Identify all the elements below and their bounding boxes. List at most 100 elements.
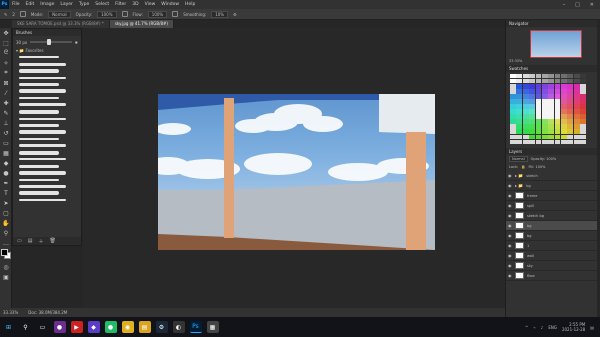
color-swatch[interactable] bbox=[567, 99, 574, 104]
color-swatch[interactable] bbox=[529, 89, 535, 94]
color-swatch[interactable] bbox=[516, 109, 523, 114]
color-swatch[interactable] bbox=[554, 134, 561, 139]
color-swatch[interactable] bbox=[554, 109, 561, 114]
color-swatch[interactable] bbox=[580, 134, 586, 139]
color-swatch[interactable] bbox=[573, 94, 580, 99]
color-swatch[interactable] bbox=[516, 124, 523, 129]
color-swatch[interactable] bbox=[580, 124, 586, 129]
brush-preset[interactable] bbox=[13, 136, 81, 143]
color-swatch[interactable] bbox=[535, 94, 542, 99]
color-swatch[interactable] bbox=[573, 84, 580, 89]
frame-tool-icon[interactable]: ⊠ bbox=[0, 78, 12, 88]
color-swatch[interactable] bbox=[580, 104, 586, 109]
shape-tool-icon[interactable]: ▢ bbox=[0, 208, 12, 218]
color-swatch[interactable] bbox=[510, 94, 516, 99]
color-swatch[interactable] bbox=[548, 104, 555, 109]
eye-icon[interactable]: ◉ bbox=[508, 173, 512, 178]
color-swatch[interactable] bbox=[535, 84, 542, 89]
layer-fill[interactable]: Fill: 100% bbox=[529, 165, 546, 169]
color-swatch[interactable] bbox=[522, 89, 529, 94]
brush-preset[interactable] bbox=[13, 183, 81, 190]
color-swatch[interactable] bbox=[535, 139, 542, 144]
color-swatch[interactable] bbox=[516, 119, 523, 124]
brush-preset[interactable] bbox=[13, 129, 81, 136]
color-swatch[interactable] bbox=[561, 134, 567, 139]
color-swatch[interactable] bbox=[554, 104, 561, 109]
gradient-tool-icon[interactable]: ▦ bbox=[0, 148, 12, 158]
color-swatch[interactable] bbox=[516, 104, 523, 109]
menu-edit[interactable]: Edit bbox=[23, 2, 38, 7]
airbrush-icon[interactable] bbox=[172, 11, 179, 17]
document-canvas[interactable] bbox=[158, 94, 435, 250]
blend-mode-dropdown[interactable]: Normal bbox=[509, 156, 528, 162]
brush-preset[interactable] bbox=[13, 61, 81, 68]
color-swatch[interactable] bbox=[580, 94, 586, 99]
color-swatch[interactable] bbox=[548, 124, 555, 129]
color-swatch[interactable] bbox=[541, 89, 548, 94]
brush-size-value[interactable]: 2 bbox=[12, 12, 15, 17]
brush-settings-icon[interactable] bbox=[19, 11, 26, 17]
brush-preset[interactable] bbox=[13, 74, 81, 81]
color-swatch[interactable] bbox=[535, 124, 542, 129]
color-swatch[interactable] bbox=[541, 109, 548, 114]
smoothing-field[interactable]: 10% bbox=[211, 10, 229, 18]
menu-help[interactable]: Help bbox=[182, 2, 198, 7]
color-swatch[interactable] bbox=[561, 109, 567, 114]
color-swatch[interactable] bbox=[529, 129, 535, 134]
tab-sky[interactable]: sky.jpg @ 41.7% (RGB/8#) bbox=[109, 20, 174, 28]
color-swatch[interactable] bbox=[522, 129, 529, 134]
color-swatch[interactable] bbox=[535, 99, 542, 104]
color-swatch[interactable] bbox=[541, 139, 548, 144]
color-swatch[interactable] bbox=[573, 74, 580, 79]
color-swatch[interactable] bbox=[522, 94, 529, 99]
color-swatch[interactable] bbox=[541, 74, 548, 79]
path-select-tool-icon[interactable]: ➤ bbox=[0, 198, 12, 208]
eye-icon[interactable]: ◉ bbox=[508, 223, 512, 228]
color-swatch[interactable] bbox=[510, 109, 516, 114]
color-swatch[interactable] bbox=[561, 84, 567, 89]
screen-mode-icon[interactable]: ▣ bbox=[0, 272, 12, 282]
color-swatch[interactable] bbox=[522, 99, 529, 104]
color-swatch[interactable] bbox=[541, 124, 548, 129]
eye-icon[interactable]: ◉ bbox=[508, 203, 512, 208]
brush-preset[interactable] bbox=[13, 170, 81, 177]
color-swatch[interactable] bbox=[573, 79, 580, 84]
color-swatch[interactable] bbox=[541, 134, 548, 139]
dodge-tool-icon[interactable]: ● bbox=[0, 168, 12, 178]
eye-icon[interactable]: ◉ bbox=[508, 193, 512, 198]
color-swatch[interactable] bbox=[573, 99, 580, 104]
search-icon[interactable]: ⚲ bbox=[20, 321, 32, 333]
color-swatch[interactable] bbox=[522, 124, 529, 129]
swatch-grid[interactable] bbox=[510, 74, 586, 144]
brush-preset[interactable] bbox=[13, 88, 81, 95]
color-swatch[interactable] bbox=[522, 134, 529, 139]
tab-ske-sara-tomoe[interactable]: SKE SARA TOMOE.psd @ 33.3% (RGB/8#) * bbox=[12, 20, 110, 28]
color-swatch[interactable] bbox=[522, 74, 529, 79]
color-swatch[interactable] bbox=[516, 84, 523, 89]
color-swatch[interactable] bbox=[567, 84, 574, 89]
eye-icon[interactable]: ◉ bbox=[508, 243, 512, 248]
color-swatch[interactable] bbox=[510, 99, 516, 104]
lock-icon[interactable]: 🔒 bbox=[521, 165, 525, 169]
eye-icon[interactable]: ◉ bbox=[508, 233, 512, 238]
app-icon-2[interactable]: ▶ bbox=[70, 321, 83, 333]
layer-row[interactable]: ◉ ▸ 📁 sketch bbox=[506, 171, 597, 181]
network-icon[interactable]: ⌁ bbox=[533, 325, 535, 330]
app-icon-5[interactable]: ◐ bbox=[172, 321, 185, 333]
brush-preset[interactable] bbox=[13, 142, 81, 149]
color-swatch[interactable] bbox=[548, 129, 555, 134]
color-swatch[interactable] bbox=[561, 124, 567, 129]
pressure-opacity-icon[interactable] bbox=[121, 11, 128, 17]
color-swatch[interactable] bbox=[561, 79, 567, 84]
flow-field[interactable]: 100% bbox=[147, 10, 168, 18]
color-swatch[interactable] bbox=[548, 89, 555, 94]
menu-layer[interactable]: Layer bbox=[57, 2, 76, 7]
healing-tool-icon[interactable]: ✚ bbox=[0, 98, 12, 108]
chevron-up-icon[interactable]: ^ bbox=[525, 325, 528, 330]
eye-icon[interactable]: ◉ bbox=[508, 263, 512, 268]
color-swatch[interactable] bbox=[554, 84, 561, 89]
layer-row[interactable]: ◉ bg bbox=[506, 231, 597, 241]
color-swatch[interactable] bbox=[548, 109, 555, 114]
color-swatch[interactable] bbox=[510, 79, 516, 84]
brush-preset[interactable] bbox=[13, 149, 81, 156]
